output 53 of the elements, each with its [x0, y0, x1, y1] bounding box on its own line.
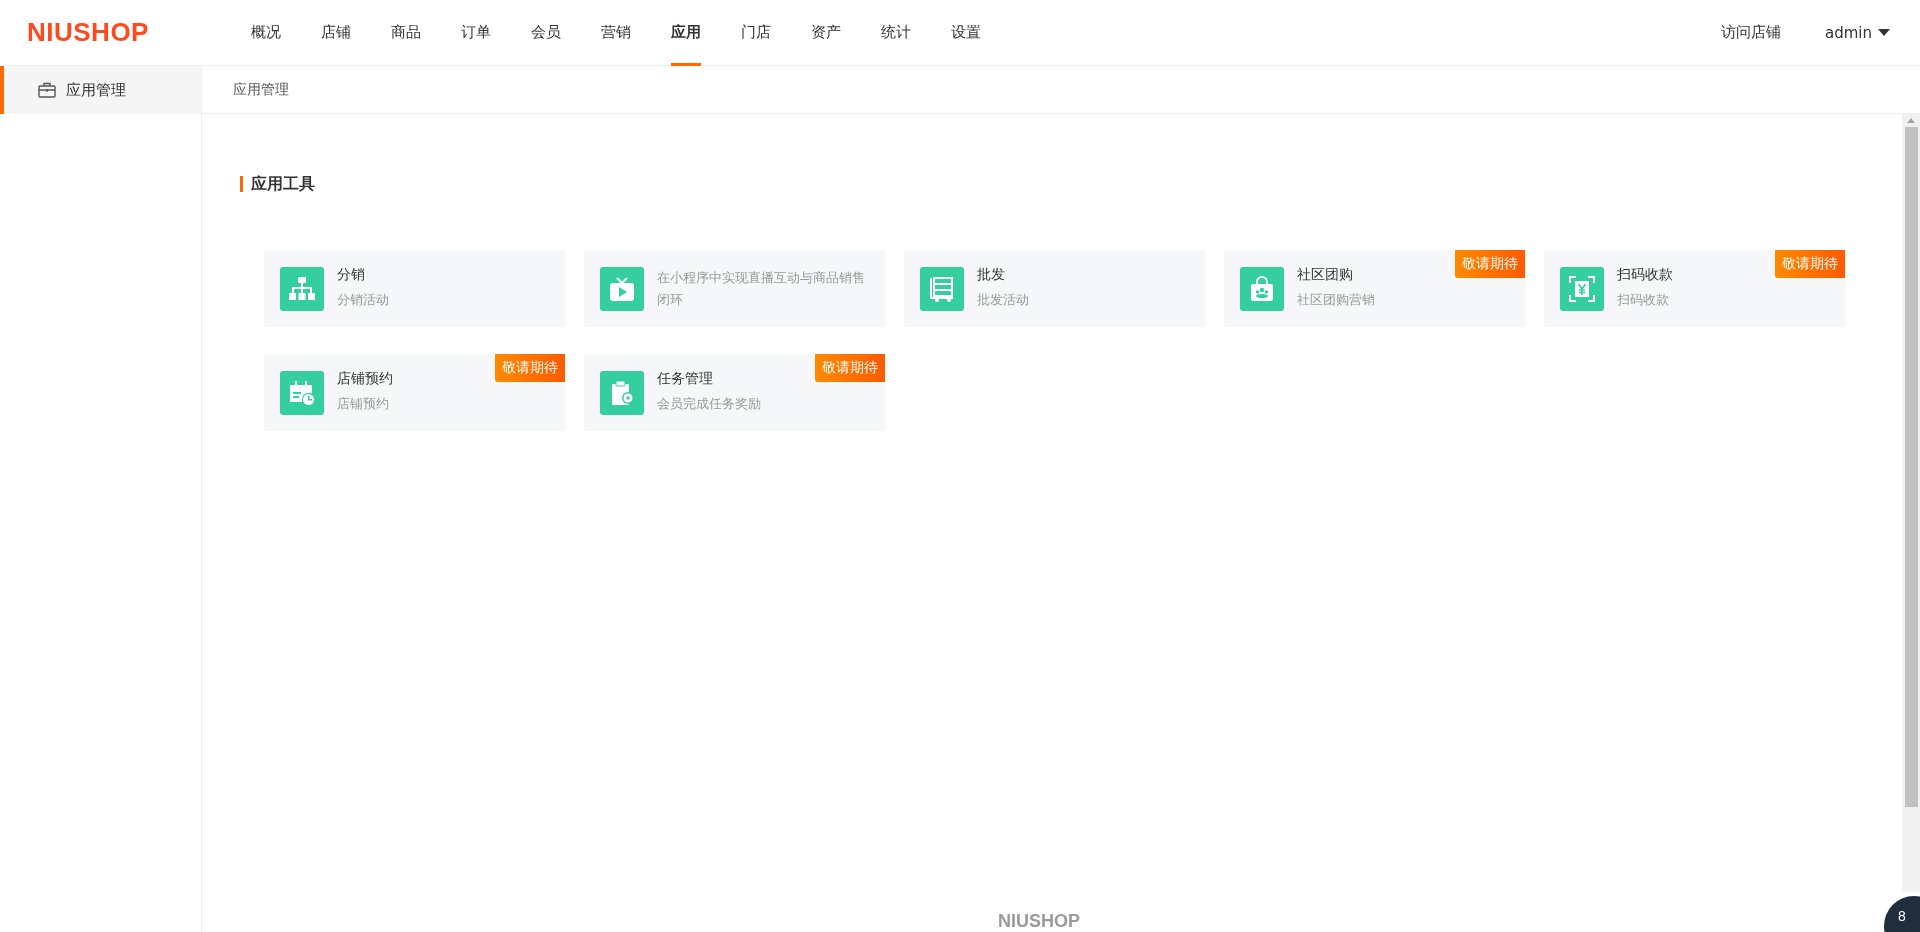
scrollbar[interactable]: [1902, 114, 1920, 892]
visit-store-link[interactable]: 访问店铺: [1721, 23, 1781, 42]
app-description: 社区团购营销: [1297, 291, 1375, 309]
calendar-clock-icon: [289, 379, 315, 406]
clipboard-gear-icon: [609, 379, 635, 406]
coming-soon-badge: 敬请期待: [815, 354, 885, 382]
app-card[interactable]: 分销 分销活动: [264, 250, 565, 327]
nav-tab[interactable]: 设置: [951, 0, 981, 66]
floating-chat-button[interactable]: 8: [1884, 896, 1920, 932]
app-title: 分销: [337, 266, 366, 284]
nav-tab[interactable]: 订单: [461, 0, 491, 66]
section-title: 应用工具: [240, 176, 315, 192]
app-description: 扫码收款: [1617, 291, 1670, 309]
app-title: 批发: [977, 266, 1006, 284]
nav-tab[interactable]: 商品: [391, 0, 421, 66]
play-screen-icon: [609, 275, 635, 302]
app-card[interactable]: 社区团购 社区团购营销 敬请期待: [1224, 250, 1525, 327]
nav-tab[interactable]: 营销: [601, 0, 631, 66]
app-card[interactable]: 批发 批发活动: [904, 250, 1205, 327]
app-title: 任务管理: [657, 370, 714, 388]
app-description: 在小程序中实现直播互动与商品销售闭环: [657, 268, 866, 309]
app-card[interactable]: 店铺预约 店铺预约 敬请期待: [264, 354, 565, 431]
coming-soon-badge: 敬请期待: [1455, 250, 1525, 278]
scroll-up-icon: [1907, 118, 1915, 123]
app-title: 店铺预约: [337, 370, 393, 388]
sidebar-item[interactable]: 应用管理: [0, 66, 201, 114]
scan-yuan-icon: [1569, 275, 1595, 302]
nav-tab[interactable]: 门店: [741, 0, 771, 66]
briefcase-icon: [38, 82, 56, 98]
app-title: 扫码收款: [1617, 266, 1673, 284]
app-description: 分销活动: [337, 291, 389, 309]
rack-icon: [929, 275, 955, 302]
nav-tab[interactable]: 资产: [811, 0, 841, 66]
app-description: 会员完成任务奖励: [657, 395, 761, 413]
scrollbar-thumb[interactable]: [1904, 127, 1918, 807]
nav-tab[interactable]: 统计: [881, 0, 911, 66]
coming-soon-badge: 敬请期待: [1775, 250, 1845, 278]
coming-soon-badge: 敬请期待: [495, 354, 565, 382]
app-description: 店铺预约: [337, 395, 390, 413]
nav-tab[interactable]: 应用: [671, 0, 701, 66]
footer-logo: NIUSHOP: [998, 911, 1080, 932]
nav-tab[interactable]: 概况: [251, 0, 281, 66]
breadcrumb: 应用管理: [233, 80, 289, 99]
app-card[interactable]: 扫码收款 扫码收款 敬请期待: [1544, 250, 1845, 327]
app-card[interactable]: 任务管理 会员完成任务奖励 敬请期待: [584, 354, 885, 431]
nav-tab[interactable]: 会员: [531, 0, 561, 66]
shopping-bag-icon: [1249, 275, 1275, 302]
app-description: 批发活动: [977, 291, 1029, 309]
hierarchy-icon: [289, 275, 315, 302]
user-menu[interactable]: admin: [1825, 23, 1890, 42]
nav-tab[interactable]: 店铺: [321, 0, 351, 66]
app-title: 社区团购: [1297, 266, 1354, 284]
caret-icon: [1878, 29, 1890, 36]
